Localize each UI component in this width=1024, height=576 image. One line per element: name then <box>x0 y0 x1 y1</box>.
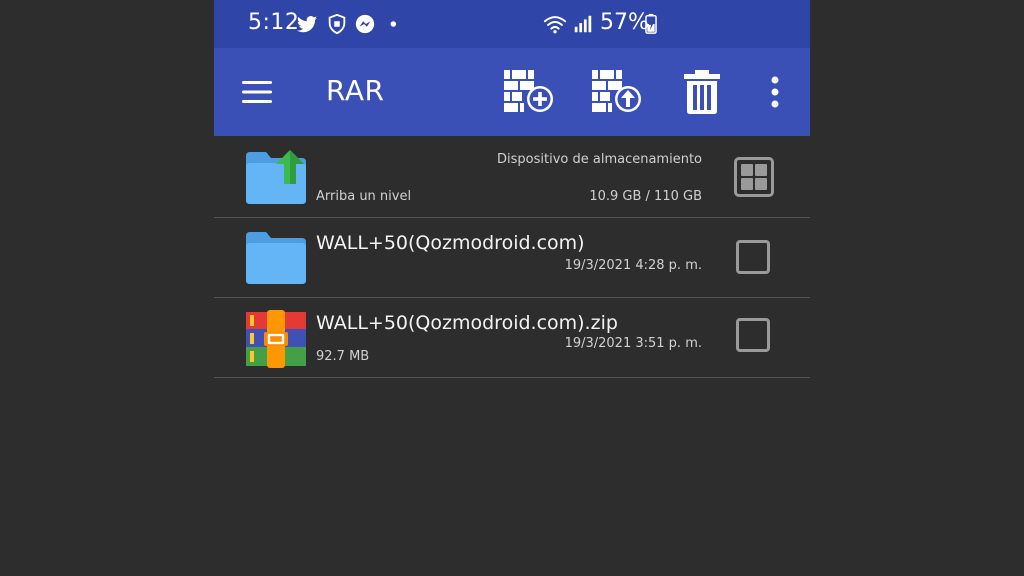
app-title: RAR <box>326 74 385 107</box>
folder-icon <box>246 232 306 284</box>
status-time: 5:12 <box>248 10 300 35</box>
grid-cell <box>755 178 767 190</box>
phone-screen: 5:12 57% RAR Dispositivo de almacenamien… <box>214 0 810 576</box>
storage-value: 10.9 GB / 110 GB <box>589 189 702 204</box>
app-toolbar: RAR <box>214 48 810 136</box>
signal-icon <box>574 15 592 33</box>
item-date: 19/3/2021 3:51 p. m. <box>564 336 702 351</box>
dot-icon <box>390 21 397 27</box>
list-item-folder[interactable]: WALL+50(Qozmodroid.com) 19/3/2021 4:28 p… <box>214 218 810 298</box>
grid-cell <box>741 178 753 190</box>
status-bar: 5:12 57% <box>214 0 810 48</box>
battery-percentage: 57% <box>600 10 649 35</box>
item-checkbox[interactable] <box>736 240 770 274</box>
wifi-icon <box>543 16 567 34</box>
item-checkbox[interactable] <box>736 318 770 352</box>
list-item-archive[interactable]: WALL+50(Qozmodroid.com).zip 19/3/2021 3:… <box>214 298 810 378</box>
item-name: WALL+50(Qozmodroid.com) <box>316 232 585 254</box>
more-vert-icon[interactable] <box>760 74 790 110</box>
item-name: WALL+50(Qozmodroid.com).zip <box>316 312 618 334</box>
storage-label: Dispositivo de almacenamiento <box>497 152 702 167</box>
list-item-up-level[interactable]: Dispositivo de almacenamiento Arriba un … <box>214 138 810 218</box>
folder-up-icon <box>246 150 306 204</box>
extract-icon[interactable] <box>590 68 644 116</box>
item-date: 19/3/2021 4:28 p. m. <box>564 258 702 273</box>
shield-icon <box>328 13 346 35</box>
add-to-archive-icon[interactable] <box>502 68 556 116</box>
grid-view-button[interactable] <box>734 157 774 197</box>
rar-archive-icon <box>246 310 306 368</box>
twitter-icon <box>296 16 318 33</box>
grid-cell <box>741 164 753 176</box>
battery-icon <box>645 13 657 34</box>
delete-icon[interactable] <box>680 68 724 116</box>
up-level-label: Arriba un nivel <box>316 189 412 204</box>
menu-icon[interactable] <box>240 78 274 106</box>
messenger-icon <box>355 14 375 34</box>
item-size: 92.7 MB <box>316 349 370 364</box>
grid-cell <box>755 164 767 176</box>
